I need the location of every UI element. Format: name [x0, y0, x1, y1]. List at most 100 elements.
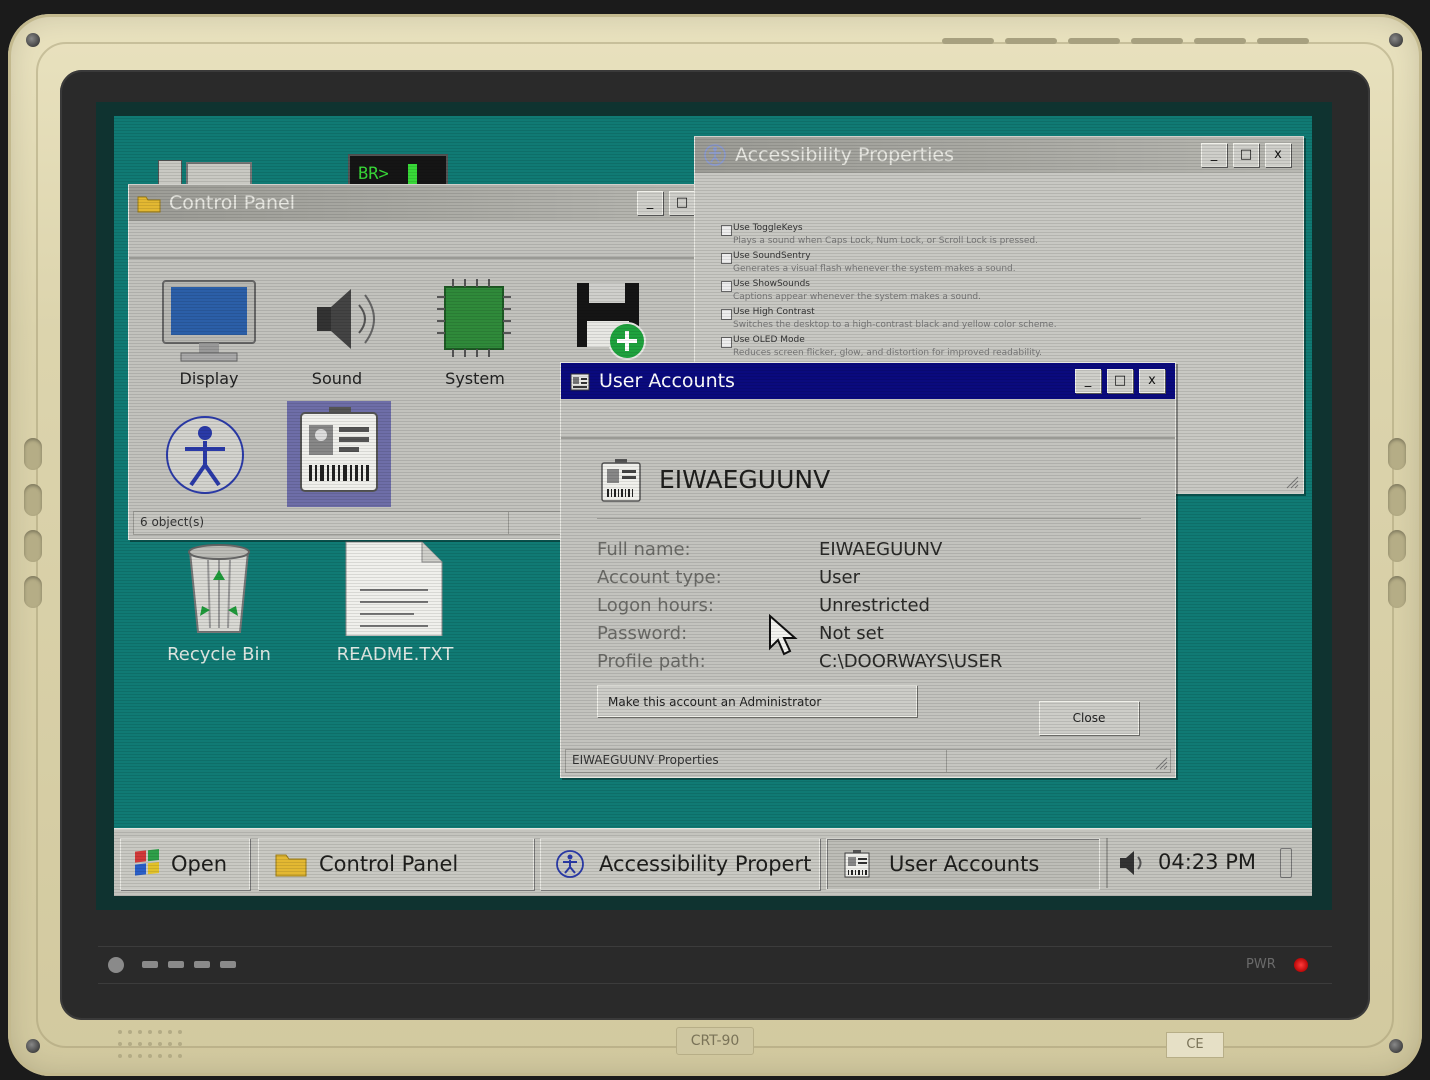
volume-icon[interactable] — [1116, 848, 1146, 878]
accessibility-titlebar[interactable]: Accessibility Properties _ □ x — [695, 137, 1303, 173]
toolbar-area — [129, 221, 709, 259]
checkbox-togglekeys[interactable] — [721, 225, 732, 236]
option-desc: Captions appear whenever the system make… — [733, 292, 981, 302]
minimize-button[interactable]: _ — [1075, 369, 1101, 393]
option-label: Use SoundSentry — [733, 251, 811, 261]
close-dialog-button[interactable]: Close — [1039, 701, 1139, 735]
resize-grip-icon[interactable] — [1154, 756, 1168, 770]
mouse-pointer-icon — [769, 614, 798, 656]
field-label-profile-path: Profile path: — [597, 651, 706, 672]
desktop-icon-recycle-bin[interactable]: Recycle Bin — [144, 536, 294, 676]
field-label-logon-hours: Logon hours: — [597, 595, 714, 616]
show-desktop-button[interactable] — [1280, 848, 1292, 878]
minimize-button[interactable]: _ — [1201, 143, 1227, 167]
power-led[interactable] — [1294, 958, 1308, 972]
maximize-button[interactable]: □ — [669, 191, 695, 215]
desktop-icon-label: Recycle Bin — [167, 644, 271, 665]
side-vent — [24, 576, 42, 608]
cursor-block — [408, 164, 417, 184]
option-label: Use OLED Mode — [733, 335, 805, 345]
system-tray: 04:23 PM — [1106, 838, 1298, 888]
text-file-icon — [345, 541, 443, 637]
screw-icon — [1389, 1039, 1403, 1053]
field-value-password: Not set — [819, 623, 884, 644]
status-bar: EIWAEGUUNV Properties — [565, 749, 1171, 773]
checkbox-oled-mode[interactable] — [721, 337, 732, 348]
user-id-card-icon — [601, 459, 641, 502]
option-desc: Switches the desktop to a high-contrast … — [733, 320, 1057, 330]
control-button[interactable] — [194, 961, 210, 968]
checkbox-high-contrast[interactable] — [721, 309, 732, 320]
cp-icon-display[interactable]: Display — [149, 277, 269, 397]
field-label-account-type: Account type: — [597, 567, 722, 588]
side-vent — [1388, 438, 1406, 470]
option-desc: Plays a sound when Caps Lock, Num Lock, … — [733, 236, 1038, 246]
cp-icon-system[interactable]: System — [415, 277, 535, 397]
taskbar-item-accessibility[interactable]: Accessibility Propert — [540, 838, 820, 890]
cp-icon-sound[interactable]: Sound — [279, 277, 399, 397]
desktop: BR> Recycle Bin README.TXT Control Panel… — [114, 116, 1312, 896]
id-card-icon — [300, 407, 378, 492]
status-divider — [508, 512, 509, 534]
checkbox-showsounds[interactable] — [721, 281, 732, 292]
desktop-icon-readme[interactable]: README.TXT — [324, 536, 474, 676]
screw-icon — [26, 1039, 40, 1053]
taskbar-item-user-accounts[interactable]: User Accounts — [826, 838, 1100, 890]
checkbox-soundsentry[interactable] — [721, 253, 732, 264]
speaker-grille — [118, 1030, 182, 1058]
start-button[interactable]: Open — [120, 838, 250, 890]
resize-grip-icon[interactable] — [1285, 475, 1299, 489]
side-vent — [1388, 530, 1406, 562]
terminal-prompt: BR> — [358, 164, 389, 184]
user-accounts-titlebar[interactable]: User Accounts _ □ x — [561, 363, 1175, 399]
vent-slot — [1194, 38, 1246, 44]
knob-icon[interactable] — [108, 957, 124, 973]
power-label: PWR — [1246, 957, 1276, 972]
make-admin-button[interactable]: Make this account an Administrator — [597, 685, 917, 717]
minimize-button[interactable]: _ — [637, 191, 663, 215]
start-label: Open — [171, 852, 228, 876]
screw-icon — [1389, 33, 1403, 47]
control-button[interactable] — [220, 961, 236, 968]
cp-icon-label: System — [445, 369, 505, 388]
option-desc: Generates a visual flash whenever the sy… — [733, 264, 1016, 274]
folder-icon — [137, 196, 161, 213]
side-vent — [24, 438, 42, 470]
field-value-full-name: EIWAEGUUNV — [819, 539, 943, 560]
control-panel-titlebar[interactable]: Control Panel _ □ — [129, 185, 709, 221]
clock: 04:23 PM — [1158, 850, 1256, 874]
recycle-bin-icon — [188, 544, 250, 633]
close-button[interactable]: x — [1265, 143, 1291, 167]
control-button[interactable] — [168, 961, 184, 968]
account-username: EIWAEGUUNV — [659, 465, 831, 494]
side-vent — [1388, 576, 1406, 608]
vent-slot — [1068, 38, 1120, 44]
taskbar-item-control-panel[interactable]: Control Panel — [258, 838, 534, 890]
field-value-logon-hours: Unrestricted — [819, 595, 930, 616]
window-title: Control Panel — [169, 192, 295, 214]
desktop-icon-label: README.TXT — [336, 644, 454, 665]
cp-icon-accessibility[interactable] — [149, 411, 269, 507]
separator — [597, 518, 1141, 519]
accessibility-icon — [704, 144, 726, 166]
taskbar-item-label: User Accounts — [889, 852, 1040, 876]
option-label: Use ToggleKeys — [733, 223, 803, 233]
cp-icon-user-accounts[interactable] — [287, 401, 391, 507]
status-text: 6 object(s) — [140, 515, 205, 529]
status-text: EIWAEGUUNV Properties — [572, 753, 719, 767]
field-label-password: Password: — [597, 623, 688, 644]
window-title: Accessibility Properties — [735, 144, 954, 166]
taskbar: Open Control Panel Accessibility Propert — [114, 828, 1312, 896]
monitor-icon — [162, 280, 256, 362]
maximize-button[interactable]: □ — [1233, 143, 1259, 167]
id-card-icon — [844, 850, 870, 878]
control-button[interactable] — [142, 961, 158, 968]
side-vent — [24, 484, 42, 516]
vent-slot — [1005, 38, 1057, 44]
option-label: Use ShowSounds — [733, 279, 810, 289]
maximize-button[interactable]: □ — [1107, 369, 1133, 393]
close-button[interactable]: x — [1139, 369, 1165, 393]
screw-icon — [26, 33, 40, 47]
floppy-add-icon — [577, 283, 646, 360]
vent-slot — [1257, 38, 1309, 44]
